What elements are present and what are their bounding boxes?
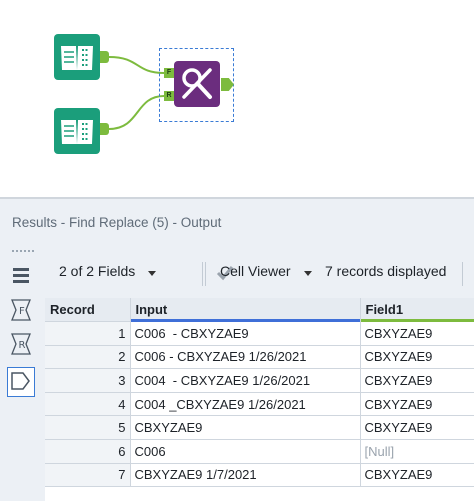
results-table: Record Input Field1 1 C006 - CBXYZAE9 CB…	[45, 298, 474, 488]
record-cell[interactable]: 5	[45, 415, 131, 440]
field-f-icon: F	[11, 299, 31, 321]
input-cell[interactable]: C004 _CBXYZAE9 1/26/2021	[130, 392, 361, 417]
field1-cell[interactable]: CBXYZAE9	[360, 463, 474, 488]
column-header-field1[interactable]: Field1	[360, 298, 474, 322]
output-anchor-button[interactable]	[7, 367, 35, 397]
drag-grip[interactable]	[12, 250, 34, 255]
output-tag-icon	[11, 372, 30, 390]
list-icon	[13, 268, 29, 283]
find-replace-tool[interactable]	[174, 61, 220, 107]
records-displayed: 7 records displayed	[325, 263, 447, 279]
field1-cell[interactable]: CBXYZAE9	[360, 321, 474, 346]
anchor-r-button[interactable]: R	[8, 331, 34, 357]
header-row: Record Input Field1	[45, 298, 474, 322]
fields-selector[interactable]: 2 of 2 Fields	[59, 263, 135, 279]
svg-text:F: F	[19, 306, 25, 317]
results-window: Results - Find Replace (5) - Output F R	[0, 199, 474, 501]
input-cell[interactable]: CBXYZAE9	[130, 415, 361, 440]
input-cell[interactable]: C006 - CBXYZAE9	[130, 321, 361, 346]
anchor-f-button[interactable]: F	[8, 297, 34, 323]
record-cell[interactable]: 2	[45, 345, 131, 370]
list-view-button[interactable]	[8, 263, 34, 289]
column-type-indicator	[360, 319, 474, 322]
input-cell[interactable]: CBXYZAE9 1/7/2021	[130, 463, 361, 488]
find-replace-icon	[182, 68, 212, 99]
column-header-input-label: Input	[135, 302, 168, 317]
output-anchor-2[interactable]	[100, 123, 109, 135]
field1-cell[interactable]: CBXYZAE9	[360, 345, 474, 370]
record-cell[interactable]: 4	[45, 392, 131, 417]
output-anchor-1[interactable]	[100, 51, 109, 63]
connection-lines	[108, 56, 165, 130]
field1-cell-null[interactable]: [Null]	[360, 439, 474, 464]
chevron-down-icon[interactable]	[304, 271, 312, 276]
field1-cell[interactable]: CBXYZAE9	[360, 392, 474, 417]
cell-viewer-selector[interactable]: Cell Viewer	[220, 263, 291, 279]
input-data-tool-1[interactable]	[54, 34, 100, 80]
table-row[interactable]: 7 CBXYZAE9 1/7/2021 CBXYZAE9	[45, 463, 474, 488]
workflow-canvas[interactable]: F R	[0, 0, 474, 197]
input-anchor-f[interactable]: F	[164, 68, 174, 78]
record-cell[interactable]: 7	[45, 463, 131, 488]
table-row[interactable]: 4 C004 _CBXYZAE9 1/26/2021 CBXYZAE9	[45, 392, 474, 417]
field-r-icon: R	[11, 333, 31, 355]
toolbar-separator	[462, 262, 463, 286]
record-cell[interactable]: 1	[45, 321, 131, 346]
toolbar-separator	[205, 262, 206, 286]
table-row[interactable]: 1 C006 - CBXYZAE9 CBXYZAE9	[45, 321, 474, 346]
record-cell[interactable]: 3	[45, 368, 131, 393]
input-cell[interactable]: C006	[130, 439, 361, 464]
results-side-rail: F R	[0, 257, 41, 501]
input-cell[interactable]: C004 - CBXYZAE9 1/26/2021	[130, 368, 361, 393]
results-title: Results - Find Replace (5) - Output	[12, 215, 222, 230]
table-row[interactable]: 5 CBXYZAE9 CBXYZAE9	[45, 415, 474, 440]
book-icon	[61, 120, 93, 144]
field1-cell[interactable]: CBXYZAE9	[360, 415, 474, 440]
record-cell[interactable]: 6	[45, 439, 131, 464]
input-anchor-r[interactable]: R	[164, 91, 174, 101]
column-type-indicator	[130, 319, 360, 322]
book-icon	[61, 46, 93, 70]
results-grid[interactable]: Record Input Field1 1 C006 - CBXYZAE9 CB…	[45, 298, 474, 501]
results-toolbar: 2 of 2 Fields Cell Viewer 7 records disp…	[45, 257, 474, 292]
column-header-field1-label: Field1	[365, 302, 404, 317]
field1-cell[interactable]: CBXYZAE9	[360, 368, 474, 393]
input-cell[interactable]: C006 - CBXYZAE9 1/26/2021	[130, 345, 361, 370]
table-row[interactable]: 6 C006 [Null]	[45, 439, 474, 464]
column-header-input[interactable]: Input	[130, 298, 361, 322]
table-row[interactable]: 2 C006 - CBXYZAE9 1/26/2021 CBXYZAE9	[45, 345, 474, 370]
chevron-down-icon[interactable]	[148, 271, 156, 276]
column-header-record[interactable]: Record	[45, 298, 131, 322]
table-row[interactable]: 3 C004 - CBXYZAE9 1/26/2021 CBXYZAE9	[45, 368, 474, 393]
input-data-tool-2[interactable]	[54, 108, 100, 154]
toolbar-separator	[202, 262, 203, 286]
svg-text:R: R	[19, 340, 26, 351]
